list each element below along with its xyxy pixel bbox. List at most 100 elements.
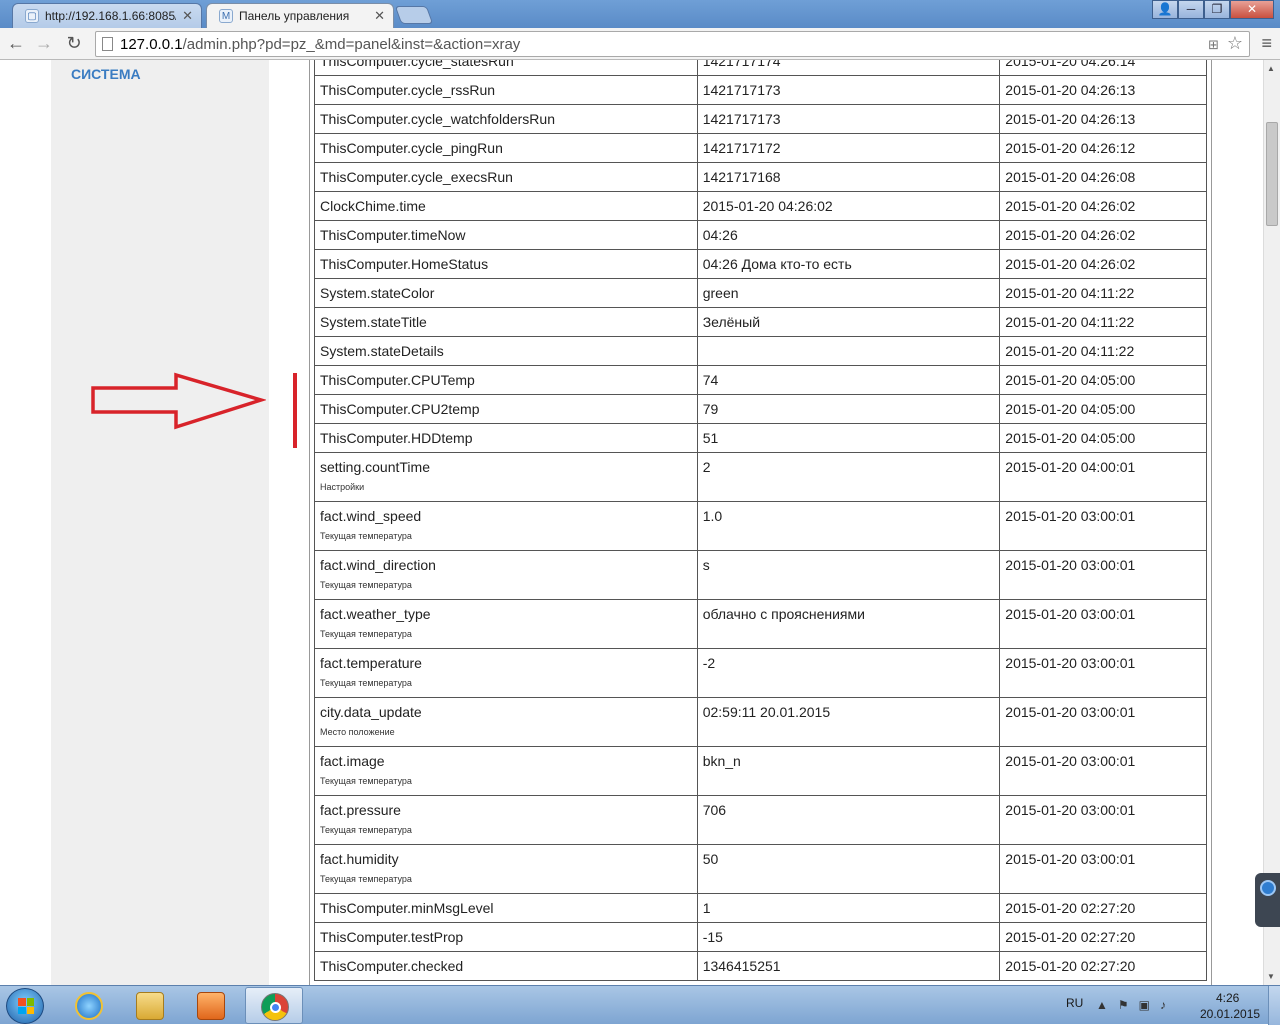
table-row: ThisComputer.timeNow 04:26 2015-01-20 04:2… (314, 220, 1207, 250)
property-name[interactable]: fact.image (320, 753, 385, 769)
page-icon (102, 37, 113, 51)
property-value: 706 (696, 795, 1001, 845)
show-desktop-button[interactable] (1268, 986, 1280, 1025)
property-updated-time: 2015-01-20 02:27:20 (999, 893, 1207, 923)
property-name[interactable]: city.data_update (320, 704, 422, 720)
property-name[interactable]: ThisComputer.CPU2temp (320, 401, 480, 417)
table-row: ThisComputer.cycle_watchfoldersRun 142171… (314, 104, 1207, 134)
forward-arrow-icon[interactable]: → (32, 33, 56, 54)
property-name[interactable]: ThisComputer.cycle_rssRun (320, 82, 495, 98)
clock-time[interactable]: 4:26 (1216, 991, 1239, 1005)
vertical-scrollbar[interactable]: ▲ ▼ (1263, 60, 1280, 985)
property-name[interactable]: ThisComputer.cycle_watchfoldersRun (320, 111, 555, 127)
property-name[interactable]: ThisComputer.cycle_pingRun (320, 140, 503, 156)
property-name-cell: fact.humidity Текущая температура (314, 844, 698, 894)
show-hidden-icons-icon[interactable]: ▲ (1096, 998, 1118, 1012)
table-row: fact.image Текущая температура bkn_n 2015-0… (314, 746, 1207, 796)
url-text[interactable]: 127.0.0.1/admin.php?pd=pz_&md=panel&inst… (120, 36, 520, 53)
property-value: 1421717173 (696, 104, 1001, 134)
translate-icon[interactable]: ⊞ (1208, 37, 1219, 53)
tab-control-panel[interactable]: M Панель управления ✕ (206, 3, 394, 28)
property-name[interactable]: System.stateColor (320, 285, 434, 301)
property-name-cell: ThisComputer.minMsgLevel (314, 893, 698, 923)
property-name-cell: System.stateColor (314, 278, 698, 308)
volume-icon[interactable]: ♪ (1160, 998, 1176, 1012)
property-name[interactable]: fact.weather_type (320, 606, 431, 622)
tray-icons[interactable]: ▲⚑▣♪ (1096, 998, 1176, 1012)
property-name[interactable]: fact.wind_direction (320, 557, 436, 573)
flag-icon[interactable]: ⚑ (1118, 998, 1139, 1012)
user-icon[interactable]: 👤 (1152, 0, 1178, 19)
network-icon[interactable]: ▣ (1139, 998, 1160, 1012)
property-name[interactable]: ThisComputer.cycle_execsRun (320, 169, 513, 185)
table-row: ThisComputer.cycle_pingRun 1421717172 2015… (314, 133, 1207, 163)
table-row: ThisComputer.testProp -15 2015-01-20 02:27… (314, 922, 1207, 952)
taskbar-item-chrome[interactable] (245, 987, 303, 1024)
property-name[interactable]: setting.countTime (320, 459, 430, 475)
start-button[interactable] (6, 988, 44, 1024)
property-note: Текущая температура (320, 825, 412, 835)
property-name[interactable]: ThisComputer.minMsgLevel (320, 900, 494, 916)
scroll-down-icon[interactable]: ▼ (1267, 972, 1275, 981)
property-name-cell: fact.image Текущая температура (314, 746, 698, 796)
property-name[interactable]: fact.pressure (320, 802, 401, 818)
language-indicator[interactable]: RU (1066, 996, 1083, 1010)
property-name[interactable]: ThisComputer.timeNow (320, 227, 466, 243)
property-name[interactable]: ThisComputer.CPUTemp (320, 372, 475, 388)
back-arrow-icon[interactable]: ← (4, 33, 28, 54)
property-name[interactable]: System.stateTitle (320, 314, 427, 330)
property-value: 02:59:11 20.01.2015 (696, 697, 1001, 747)
property-name-cell: ThisComputer.checked (314, 951, 698, 981)
property-name[interactable]: fact.humidity (320, 851, 399, 867)
browser-titlebar: ▢ http://192.168.1.66:8085/ ✕ M Панель у… (0, 0, 1280, 28)
property-name-cell: ThisComputer.testProp (314, 922, 698, 952)
property-updated-time: 2015-01-20 04:26:02 (999, 191, 1207, 221)
new-tab-button[interactable] (394, 6, 434, 24)
tab-remote[interactable]: ▢ http://192.168.1.66:8085/ ✕ (12, 3, 202, 28)
property-name[interactable]: System.stateDetails (320, 343, 444, 359)
clock-date[interactable]: 20.01.2015 (1200, 1007, 1260, 1021)
minimize-button[interactable]: ─ (1178, 0, 1204, 19)
property-value: bkn_n (696, 746, 1001, 796)
maximize-button[interactable]: ❐ (1204, 0, 1230, 19)
close-icon[interactable]: ✕ (182, 8, 193, 24)
property-name-cell: ThisComputer.HDDtemp (314, 423, 698, 453)
property-updated-time: 2015-01-20 04:26:14 (999, 60, 1207, 76)
taskbar-item-internet-explorer[interactable] (60, 987, 118, 1024)
property-name[interactable]: fact.wind_speed (320, 508, 421, 524)
property-name[interactable]: ClockChime.time (320, 198, 426, 214)
annotation-marker-line (293, 373, 297, 448)
property-note: Текущая температура (320, 629, 412, 639)
taskbar-item-media-player[interactable] (182, 987, 240, 1024)
table-row: ThisComputer.HDDtemp 51 2015-01-20 04:05:0… (314, 423, 1207, 453)
tab-title: http://192.168.1.66:8085/ (45, 9, 177, 23)
property-name-cell: fact.temperature Текущая температура (314, 648, 698, 698)
property-name[interactable]: fact.temperature (320, 655, 422, 671)
menu-icon[interactable]: ≡ (1261, 33, 1272, 54)
scroll-up-icon[interactable]: ▲ (1267, 64, 1275, 73)
table-row: ThisComputer.checked 1346415251 2015-01-20… (314, 951, 1207, 981)
close-icon[interactable]: ✕ (374, 8, 385, 24)
table-row: fact.humidity Текущая температура 50 2015-0… (314, 844, 1207, 894)
close-window-button[interactable]: ✕ (1230, 0, 1274, 19)
property-name[interactable]: ThisComputer.testProp (320, 929, 463, 945)
sidebar-section-title[interactable]: СИСТЕМА (71, 66, 141, 82)
content-divider (309, 60, 310, 985)
reload-icon[interactable]: ↻ (62, 33, 86, 54)
bookmark-star-icon[interactable]: ☆ (1227, 33, 1243, 54)
property-name-cell: System.stateDetails (314, 336, 698, 366)
scrollbar-thumb[interactable] (1266, 122, 1278, 226)
property-updated-time: 2015-01-20 04:05:00 (999, 394, 1207, 424)
property-name[interactable]: ThisComputer.checked (320, 958, 463, 974)
property-name[interactable]: ThisComputer.HDDtemp (320, 430, 473, 446)
property-name[interactable]: ThisComputer.HomeStatus (320, 256, 488, 272)
table-row: System.stateColor green 2015-01-20 04:11:2… (314, 278, 1207, 308)
address-bar[interactable]: 127.0.0.1/admin.php?pd=pz_&md=panel&inst… (95, 31, 1250, 57)
property-value: облачно с прояснениями (696, 599, 1001, 649)
property-name-cell: ThisComputer.CPU2temp (314, 394, 698, 424)
taskbar-item-explorer[interactable] (121, 987, 179, 1024)
property-name[interactable]: ThisComputer.cycle_statesRun (320, 60, 514, 69)
teamviewer-widget[interactable] (1255, 873, 1280, 927)
url-host: 127.0.0.1 (120, 36, 183, 53)
table-row: ThisComputer.cycle_rssRun 1421717173 2015-… (314, 75, 1207, 105)
